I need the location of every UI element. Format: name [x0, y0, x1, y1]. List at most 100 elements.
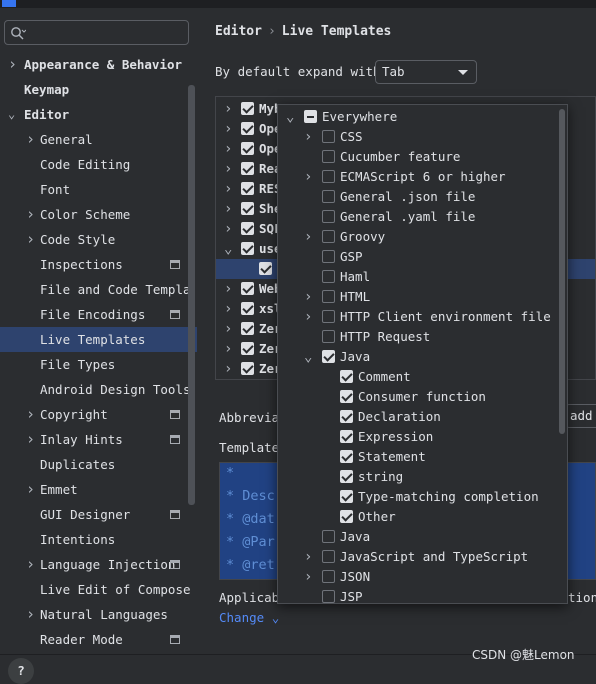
group-checkbox[interactable] — [241, 322, 254, 335]
sidebar-item[interactable]: Reader Mode — [0, 627, 197, 652]
sidebar-item[interactable]: › General — [0, 127, 197, 152]
context-item[interactable]: string — [278, 467, 558, 487]
popup-scrollbar[interactable] — [559, 109, 565, 434]
group-checkbox[interactable] — [241, 102, 254, 115]
context-item[interactable]: Consumer function — [278, 387, 558, 407]
sidebar-item[interactable]: Android Design Tools — [0, 377, 197, 402]
context-checkbox[interactable] — [322, 570, 335, 583]
sidebar-item[interactable]: Duplicates — [0, 452, 197, 477]
group-checkbox[interactable] — [241, 142, 254, 155]
chevron-right-icon[interactable]: › — [224, 281, 232, 297]
chevron-right-icon[interactable]: › — [224, 301, 232, 317]
chevron-right-icon[interactable]: › — [26, 227, 35, 252]
sidebar-item[interactable]: › Inlay Hints — [0, 427, 197, 452]
context-item[interactable]: ⌄ Java — [278, 347, 558, 367]
group-checkbox[interactable] — [241, 342, 254, 355]
chevron-right-icon[interactable]: › — [224, 161, 232, 177]
chevron-right-icon[interactable]: › — [304, 569, 312, 585]
chevron-down-icon[interactable]: ⌄ — [304, 349, 312, 365]
chevron-right-icon[interactable]: › — [224, 201, 232, 217]
context-checkbox[interactable] — [322, 310, 335, 323]
chevron-right-icon[interactable]: › — [26, 552, 35, 577]
context-checkbox[interactable] — [340, 430, 353, 443]
context-item[interactable]: Cucumber feature — [278, 147, 558, 167]
chevron-right-icon[interactable]: › — [26, 427, 35, 452]
change-context-link[interactable]: Change ⌄ — [219, 610, 279, 625]
chevron-right-icon[interactable]: › — [224, 121, 232, 137]
chevron-down-icon[interactable]: ⌄ — [286, 109, 294, 125]
context-checkbox[interactable] — [322, 230, 335, 243]
group-checkbox[interactable] — [241, 282, 254, 295]
context-item[interactable]: › CSS — [278, 127, 558, 147]
sidebar-item[interactable]: › Code Style — [0, 227, 197, 252]
chevron-right-icon[interactable]: › — [224, 341, 232, 357]
context-checkbox[interactable] — [340, 490, 353, 503]
chevron-right-icon[interactable]: › — [26, 127, 35, 152]
expand-select[interactable]: Tab — [375, 60, 477, 84]
context-item[interactable]: Statement — [278, 447, 558, 467]
chevron-right-icon[interactable]: › — [304, 549, 312, 565]
sidebar-item[interactable]: File Encodings — [0, 302, 197, 327]
chevron-right-icon[interactable]: › — [224, 321, 232, 337]
chevron-right-icon[interactable]: › — [304, 229, 312, 245]
context-checkbox[interactable] — [322, 170, 335, 183]
context-item[interactable]: Haml — [278, 267, 558, 287]
sidebar-item[interactable]: › Color Scheme — [0, 202, 197, 227]
chevron-right-icon[interactable]: › — [304, 169, 312, 185]
sidebar-item[interactable]: GUI Designer — [0, 502, 197, 527]
context-item[interactable]: Expression — [278, 427, 558, 447]
group-checkbox[interactable] — [241, 202, 254, 215]
context-item[interactable]: Java — [278, 527, 558, 547]
chevron-down-icon[interactable]: ⌄ — [224, 241, 232, 257]
context-checkbox[interactable] — [340, 410, 353, 423]
chevron-right-icon[interactable]: › — [224, 141, 232, 157]
chevron-right-icon[interactable]: › — [224, 361, 232, 377]
group-checkbox[interactable] — [241, 242, 254, 255]
context-item[interactable]: Comment — [278, 367, 558, 387]
chevron-right-icon[interactable]: › — [304, 309, 312, 325]
context-item[interactable]: › ECMAScript 6 or higher — [278, 167, 558, 187]
group-checkbox[interactable] — [241, 122, 254, 135]
sidebar-item[interactable]: Live Templates — [0, 327, 197, 352]
context-item[interactable]: › JSON — [278, 567, 558, 587]
breadcrumb-parent[interactable]: Editor — [215, 24, 262, 39]
sidebar-item[interactable]: File Types — [0, 352, 197, 377]
sidebar-item[interactable]: Code Editing — [0, 152, 197, 177]
sidebar-scrollbar[interactable] — [188, 85, 195, 505]
sidebar-item[interactable]: › Copyright — [0, 402, 197, 427]
context-checkbox[interactable] — [322, 330, 335, 343]
context-item[interactable]: Type-matching completion — [278, 487, 558, 507]
chevron-down-icon[interactable]: ⌄ — [8, 102, 15, 127]
sidebar-item[interactable]: › Appearance & Behavior — [0, 52, 197, 77]
context-checkbox[interactable] — [322, 290, 335, 303]
sidebar-item[interactable]: Keymap — [0, 77, 197, 102]
group-checkbox[interactable] — [241, 182, 254, 195]
context-item[interactable]: General .json file — [278, 187, 558, 207]
chevron-right-icon[interactable]: › — [26, 602, 35, 627]
chevron-right-icon[interactable]: › — [304, 289, 312, 305]
context-item[interactable]: General .yaml file — [278, 207, 558, 227]
context-item[interactable]: Other — [278, 507, 558, 527]
group-checkbox[interactable] — [259, 262, 272, 275]
help-button[interactable]: ? — [8, 658, 34, 684]
context-checkbox[interactable] — [340, 390, 353, 403]
group-checkbox[interactable] — [241, 362, 254, 375]
chevron-right-icon[interactable]: › — [8, 52, 17, 77]
context-checkbox[interactable] — [322, 190, 335, 203]
sidebar-item[interactable]: File and Code Templa — [0, 277, 197, 302]
context-checkbox[interactable] — [322, 590, 335, 603]
context-checkbox[interactable] — [340, 510, 353, 523]
context-checkbox[interactable] — [340, 450, 353, 463]
chevron-right-icon[interactable]: › — [224, 221, 232, 237]
chevron-right-icon[interactable]: › — [224, 101, 232, 117]
context-checkbox[interactable] — [340, 370, 353, 383]
sidebar-item[interactable]: Inspections — [0, 252, 197, 277]
context-checkbox[interactable] — [322, 130, 335, 143]
chevron-right-icon[interactable]: › — [26, 402, 35, 427]
context-checkbox[interactable] — [304, 110, 317, 123]
context-checkbox[interactable] — [322, 350, 335, 363]
context-item[interactable]: GSP — [278, 247, 558, 267]
sidebar-item[interactable]: › Emmet — [0, 477, 197, 502]
group-checkbox[interactable] — [241, 302, 254, 315]
context-item[interactable]: › Groovy — [278, 227, 558, 247]
